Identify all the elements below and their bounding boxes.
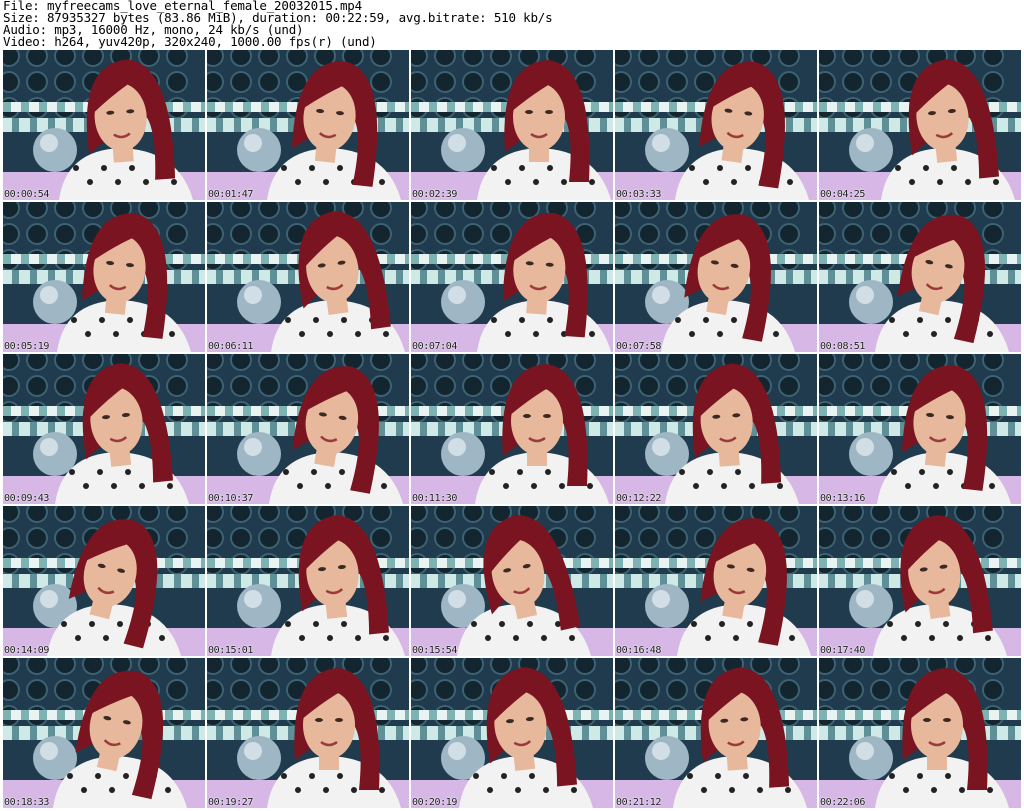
thumbnail-timestamp: 00:12:22 <box>616 493 661 504</box>
video-info-line: Video: h264, yuv420p, 320x240, 1000.00 f… <box>3 34 377 49</box>
thumbnail-timestamp: 00:22:06 <box>820 797 865 808</box>
thumbnail-timestamp: 00:07:58 <box>616 341 661 352</box>
video-frame-thumbnail: 00:14:09 <box>3 506 205 656</box>
frame-image <box>615 50 817 200</box>
thumbnail-timestamp: 00:09:43 <box>4 493 49 504</box>
video-frame-thumbnail: 00:13:16 <box>819 354 1021 504</box>
thumbnail-timestamp: 00:19:27 <box>208 797 253 808</box>
thumbnail-timestamp: 00:06:11 <box>208 341 253 352</box>
video-frame-thumbnail: 00:21:12 <box>615 658 817 808</box>
video-frame-thumbnail: 00:02:39 <box>411 50 613 200</box>
thumbnail-timestamp: 00:16:48 <box>616 645 661 656</box>
frame-image <box>615 354 817 504</box>
video-frame-thumbnail: 00:19:27 <box>207 658 409 808</box>
frame-image <box>207 50 409 200</box>
thumbnail-timestamp: 00:03:33 <box>616 189 661 200</box>
thumbnail-timestamp: 00:02:39 <box>412 189 457 200</box>
thumbnail-timestamp: 00:15:54 <box>412 645 457 656</box>
video-frame-thumbnail: 00:22:06 <box>819 658 1021 808</box>
video-frame-thumbnail: 00:08:51 <box>819 202 1021 352</box>
frame-image <box>411 50 613 200</box>
frame-image <box>207 354 409 504</box>
video-frame-thumbnail: 00:07:04 <box>411 202 613 352</box>
thumbnail-timestamp: 00:14:09 <box>4 645 49 656</box>
thumbnail-timestamp: 00:08:51 <box>820 341 865 352</box>
video-frame-thumbnail: 00:05:19 <box>3 202 205 352</box>
thumbnail-timestamp: 00:15:01 <box>208 645 253 656</box>
frame-image <box>819 354 1021 504</box>
frame-image <box>819 506 1021 656</box>
thumbnail-grid: 00:00:54 00:01:47 00:02:39 00:03:33 00:04:25… <box>3 50 1021 808</box>
frame-image <box>3 506 205 656</box>
video-frame-thumbnail: 00:00:54 <box>3 50 205 200</box>
video-frame-thumbnail: 00:16:48 <box>615 506 817 656</box>
frame-image <box>3 50 205 200</box>
frame-image <box>615 506 817 656</box>
frame-image <box>207 506 409 656</box>
file-info-header: File: myfreecams_love_eternal_female_200… <box>0 0 1024 50</box>
video-frame-thumbnail: 00:10:37 <box>207 354 409 504</box>
video-frame-thumbnail: 00:07:58 <box>615 202 817 352</box>
video-frame-thumbnail: 00:18:33 <box>3 658 205 808</box>
video-frame-thumbnail: 00:06:11 <box>207 202 409 352</box>
video-frame-thumbnail: 00:09:43 <box>3 354 205 504</box>
frame-image <box>411 354 613 504</box>
thumbnail-timestamp: 00:20:19 <box>412 797 457 808</box>
video-frame-thumbnail: 00:20:19 <box>411 658 613 808</box>
video-frame-thumbnail: 00:11:30 <box>411 354 613 504</box>
frame-image <box>411 506 613 656</box>
video-frame-thumbnail: 00:15:54 <box>411 506 613 656</box>
frame-image <box>3 658 205 808</box>
frame-image <box>411 202 613 352</box>
frame-image <box>819 50 1021 200</box>
thumbnail-timestamp: 00:13:16 <box>820 493 865 504</box>
video-frame-thumbnail: 00:01:47 <box>207 50 409 200</box>
frame-image <box>615 202 817 352</box>
thumbnail-timestamp: 00:07:04 <box>412 341 457 352</box>
video-frame-thumbnail: 00:04:25 <box>819 50 1021 200</box>
video-frame-thumbnail: 00:17:40 <box>819 506 1021 656</box>
thumbnail-timestamp: 00:17:40 <box>820 645 865 656</box>
thumbnail-timestamp: 00:04:25 <box>820 189 865 200</box>
thumbnail-timestamp: 00:05:19 <box>4 341 49 352</box>
video-frame-thumbnail: 00:12:22 <box>615 354 817 504</box>
thumbnail-timestamp: 00:00:54 <box>4 189 49 200</box>
frame-image <box>207 658 409 808</box>
frame-image <box>411 658 613 808</box>
video-frame-thumbnail: 00:15:01 <box>207 506 409 656</box>
thumbnail-timestamp: 00:11:30 <box>412 493 457 504</box>
frame-image <box>3 202 205 352</box>
thumbnail-timestamp: 00:21:12 <box>616 797 661 808</box>
frame-image <box>615 658 817 808</box>
thumbnail-timestamp: 00:10:37 <box>208 493 253 504</box>
frame-image <box>3 354 205 504</box>
frame-image <box>819 202 1021 352</box>
thumbnail-timestamp: 00:18:33 <box>4 797 49 808</box>
video-frame-thumbnail: 00:03:33 <box>615 50 817 200</box>
frame-image <box>207 202 409 352</box>
frame-image <box>819 658 1021 808</box>
thumbnail-timestamp: 00:01:47 <box>208 189 253 200</box>
